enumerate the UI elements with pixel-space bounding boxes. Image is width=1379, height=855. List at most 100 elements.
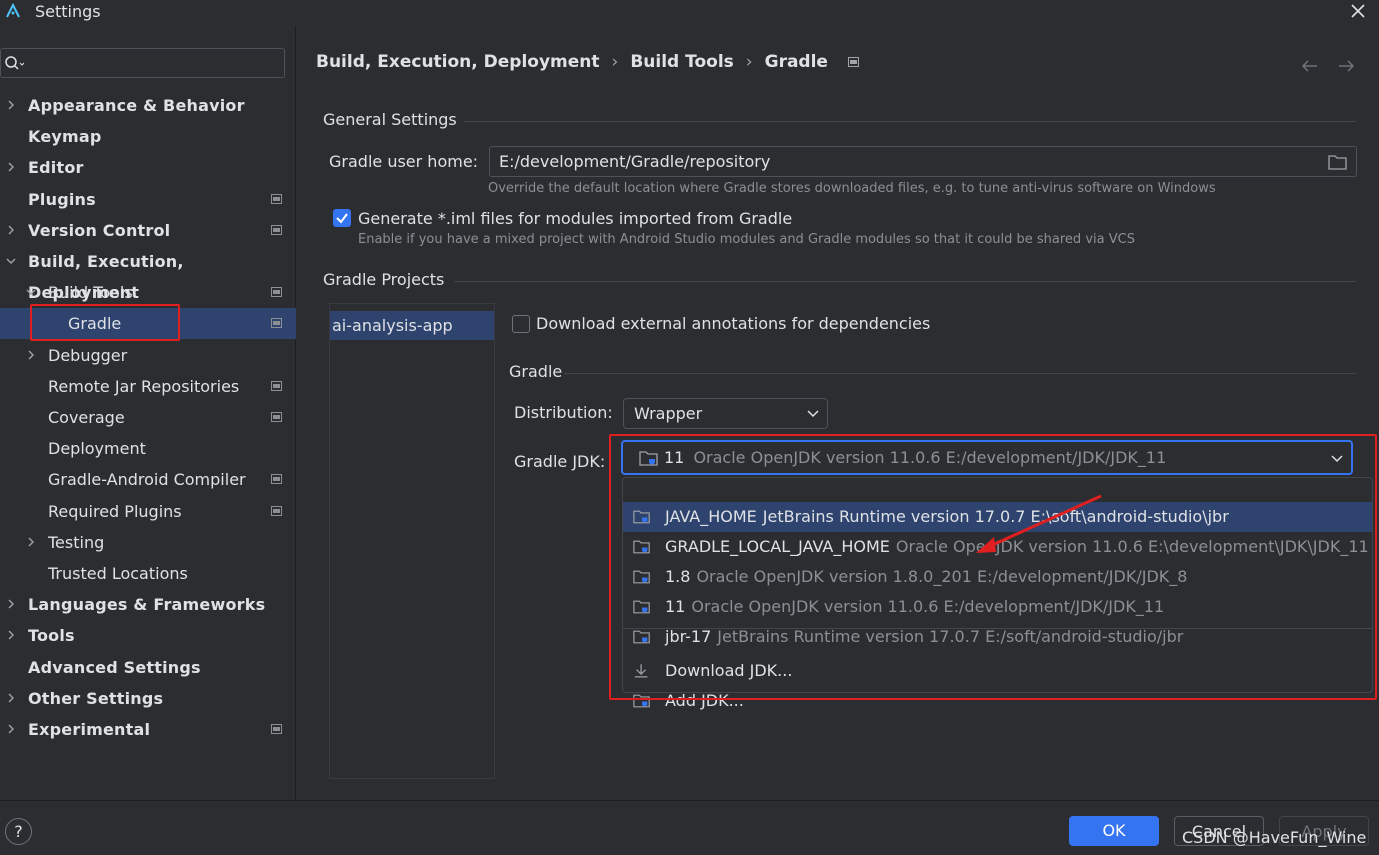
section-divider (464, 121, 1356, 122)
chevron-right-icon[interactable] (6, 724, 16, 734)
sidebar-item[interactable]: Debugger (0, 340, 296, 371)
chevron-down-icon[interactable] (6, 256, 16, 266)
gradle-user-home-label: Gradle user home: (329, 152, 479, 171)
sidebar-item[interactable]: Coverage (0, 402, 296, 433)
breadcrumb-item: Build Tools (630, 52, 734, 72)
project-list-item[interactable]: ai-analysis-app (330, 311, 494, 340)
project-level-icon (271, 505, 282, 516)
sidebar-item[interactable]: Version Control (0, 215, 296, 246)
chevron-right-icon[interactable] (6, 599, 16, 609)
project-level-icon (271, 193, 282, 204)
sidebar-item[interactable]: Other Settings (0, 683, 296, 714)
chevron-down-icon (807, 410, 819, 418)
gradle-user-home-hint: Override the default location where Grad… (488, 181, 1216, 196)
project-level-icon (271, 474, 282, 485)
project-level-icon (271, 224, 282, 235)
gradle-user-home-value: E:/development/Gradle/repository (499, 152, 771, 171)
breadcrumb: Build, Execution, Deployment › Build Tools… (316, 52, 859, 72)
sidebar-item[interactable]: Testing (0, 527, 296, 558)
sidebar-item[interactable]: Experimental (0, 714, 296, 745)
sidebar-item[interactable]: Editor (0, 152, 296, 183)
dialog-footer: ? OK Cancel Apply CSDN @HaveFun_Wine (0, 800, 1379, 855)
settings-sidebar: Appearance & Behavior Keymap Editor Plugins… (0, 26, 296, 800)
browse-folder-icon[interactable] (1328, 154, 1347, 170)
sidebar-item-label: Gradle-Android Compiler (48, 470, 246, 490)
chevron-right-icon[interactable] (6, 225, 16, 235)
section-divider (564, 373, 1356, 374)
sidebar-item-label: Remote Jar Repositories (48, 376, 240, 396)
breadcrumb-separator: › (745, 52, 753, 72)
project-level-icon (271, 318, 282, 329)
chevron-right-icon[interactable] (6, 100, 16, 110)
settings-search-input[interactable] (0, 48, 285, 78)
forward-arrow-icon (1339, 60, 1355, 72)
project-level-icon (271, 724, 282, 734)
gradle-user-home-field[interactable]: E:/development/Gradle/repository (489, 146, 1357, 177)
project-level-icon (271, 287, 282, 298)
chevron-down-icon[interactable] (26, 287, 36, 297)
sidebar-item-label: Appearance & Behavior (28, 96, 245, 115)
window-title: Settings (35, 2, 101, 21)
distribution-label: Distribution: (514, 403, 613, 422)
navigation-arrows[interactable] (1299, 56, 1359, 76)
sidebar-item-label: Debugger (48, 345, 128, 365)
breadcrumb-separator: › (611, 52, 619, 72)
checkmark-icon (336, 213, 348, 224)
gradle-projects-title: Gradle Projects (323, 270, 445, 289)
sidebar-item-label: Editor (28, 158, 84, 178)
sidebar-item-label: Trusted Locations (48, 564, 188, 583)
download-annotations-label: Download external annotations for depend… (536, 314, 931, 333)
sidebar-item[interactable]: Trusted Locations (0, 558, 296, 589)
generate-iml-hint: Enable if you have a mixed project with … (358, 232, 1135, 247)
project-level-icon (271, 412, 282, 422)
project-level-icon (271, 380, 282, 391)
generate-iml-label: Generate *.iml files for modules importe… (358, 209, 793, 228)
sidebar-item-label: Coverage (48, 408, 125, 427)
gradle-jdk-label: Gradle JDK: (514, 452, 606, 471)
ok-button[interactable]: OK (1069, 816, 1159, 846)
sidebar-item[interactable]: Plugins (0, 184, 296, 215)
annotation-highlight-jdk (609, 434, 1377, 700)
search-icon (5, 56, 24, 70)
sidebar-item[interactable]: Appearance & Behavior (0, 90, 296, 121)
sidebar-item[interactable]: Languages & Frameworks (0, 589, 296, 620)
sidebar-item-label: Plugins (28, 189, 96, 209)
annotation-highlight-gradle (30, 304, 180, 341)
watermark: CSDN @HaveFun_Wine (1182, 828, 1367, 847)
sidebar-item-label: Other Settings (28, 688, 164, 708)
sidebar-item-label: Testing (48, 532, 105, 552)
sidebar-item[interactable]: Required Plugins (0, 496, 296, 527)
general-settings-title: General Settings (323, 110, 457, 129)
help-button[interactable]: ? (5, 818, 32, 845)
sidebar-item-label: Deployment (48, 439, 146, 459)
download-annotations-checkbox[interactable] (512, 315, 530, 333)
settings-content: Build, Execution, Deployment › Build Tools… (296, 26, 1379, 800)
sidebar-item[interactable]: Advanced Settings (0, 652, 296, 683)
chevron-right-icon[interactable] (26, 350, 36, 360)
sidebar-item-label: Tools (28, 626, 75, 646)
chevron-right-icon[interactable] (6, 162, 16, 172)
sidebar-item[interactable]: Remote Jar Repositories (0, 371, 296, 402)
sidebar-item[interactable]: Deployment (0, 433, 296, 464)
sidebar-item[interactable]: Gradle-Android Compiler (0, 464, 296, 495)
breadcrumb-item: Build, Execution, Deployment (316, 52, 600, 72)
chevron-right-icon[interactable] (26, 537, 36, 547)
gradle-projects-list: ai-analysis-app (329, 303, 495, 779)
sidebar-item-label: Advanced Settings (28, 657, 201, 677)
gradle-section-title: Gradle (509, 362, 563, 381)
android-studio-icon (6, 3, 20, 18)
chevron-right-icon[interactable] (6, 693, 16, 703)
sidebar-item[interactable]: Build, Execution, Deployment (0, 246, 296, 302)
distribution-select[interactable]: Wrapper (623, 398, 828, 429)
project-level-icon (847, 57, 859, 67)
section-divider (454, 281, 1356, 282)
sidebar-item[interactable]: Keymap (0, 121, 296, 152)
distribution-value: Wrapper (634, 404, 703, 423)
title-bar: Settings (0, 0, 1379, 26)
sidebar-item[interactable]: Tools (0, 620, 296, 651)
close-icon[interactable] (1349, 2, 1367, 20)
chevron-right-icon[interactable] (6, 630, 16, 640)
sidebar-item-label: Experimental (28, 720, 151, 739)
sidebar-item-label: Keymap (28, 127, 102, 147)
generate-iml-checkbox[interactable] (333, 209, 351, 227)
